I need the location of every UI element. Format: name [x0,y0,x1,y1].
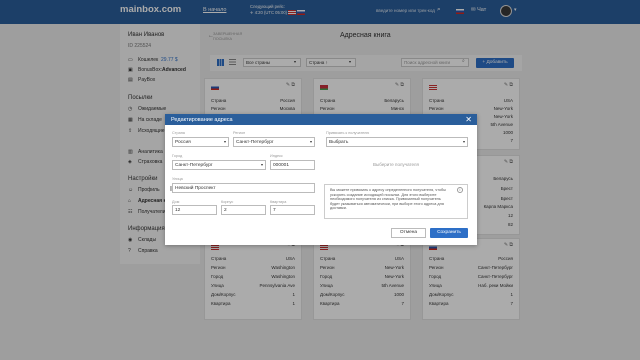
modal-title: Редактирование адреса [171,117,233,123]
building-input[interactable]: 2 [221,205,266,215]
building-label: Корпус [221,200,234,204]
house-input[interactable]: 12 [172,205,217,215]
city-select[interactable]: Санкт-Петербург ▾ [172,160,266,170]
country-value: Россия [175,140,191,145]
apartment-label: Квартира [270,200,287,204]
street-label: Улица [172,177,183,181]
cancel-button[interactable]: Отмена [391,228,426,238]
region-value: Санкт-Петербург [236,140,274,145]
recipient-select[interactable]: Выбрать ▾ [326,137,468,147]
info-box: Вы можете привязать к адресу определенно… [324,184,468,219]
house-label: Дом [172,200,180,204]
edit-address-modal: Редактирование адреса ✕ Страна Россия ▾ Ре… [165,114,477,245]
info-icon: i [457,187,463,193]
country-select[interactable]: Россия ▾ [172,137,229,147]
recipient-select-value: Выбрать [329,140,349,145]
city-value: Санкт-Петербург [175,163,213,168]
region-select[interactable]: Санкт-Петербург ▾ [233,137,315,147]
chevron-down-icon: ▾ [260,162,263,167]
city-label: Город [172,154,183,158]
country-label: Страна [172,131,185,135]
street-input[interactable]: Невский Проспект [172,183,315,193]
chevron-down-icon: ▾ [223,139,226,144]
save-button[interactable]: Сохранить [430,228,468,238]
modal-header: Редактирование адреса ✕ [165,114,477,125]
chevron-down-icon: ▾ [462,139,465,144]
chevron-down-icon: ▾ [309,139,312,144]
region-label: Регион [233,131,246,135]
mouse-cursor-icon: I [170,186,172,193]
link-recipient-label: Привязать к получателю [326,131,370,135]
choose-recipient-hint: Выберите получателя [373,162,419,167]
apartment-input[interactable]: 7 [270,205,315,215]
zip-input[interactable]: 000001 [270,160,315,170]
info-text: Вы можете привязать к адресу определенно… [330,188,446,211]
close-icon[interactable]: ✕ [465,115,472,124]
zip-label: Индекс [270,154,283,158]
